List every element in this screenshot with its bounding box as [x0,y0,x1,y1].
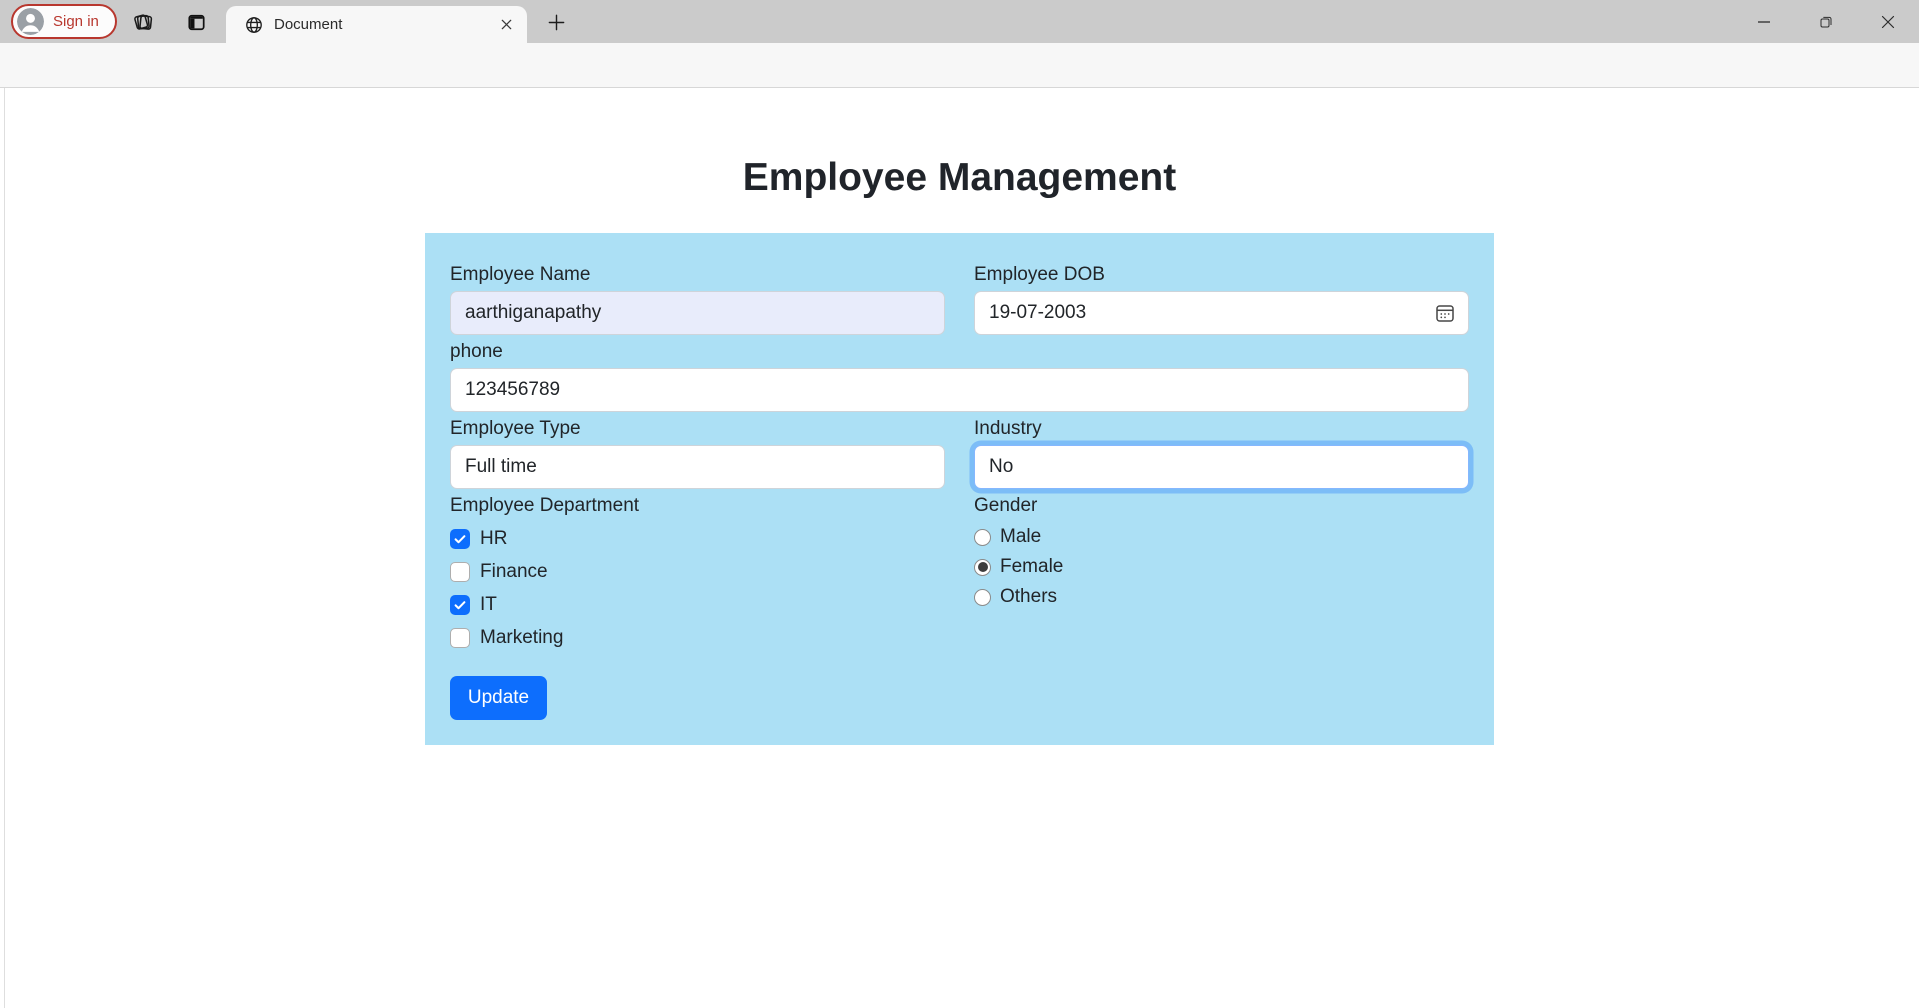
industry-field-group: Industry [974,417,1469,489]
profile-avatar-icon [17,8,44,35]
gender-group: Gender Male Female Others [974,494,1469,654]
phone-input[interactable] [450,368,1469,412]
marketing-checkbox[interactable] [450,628,470,648]
industry-input[interactable] [974,445,1469,489]
page-title: Employee Management [0,156,1919,200]
type-field-group: Employee Type [450,417,945,489]
marketing-checkbox-label: Marketing [480,627,563,649]
restore-icon[interactable] [1795,0,1857,43]
check-icon [452,597,468,613]
industry-label: Industry [974,417,1469,440]
signin-label: Sign in [53,13,99,30]
others-radio-label: Others [1000,586,1057,608]
department-option-hr: HR [450,522,945,555]
browser-navbar: 127.0.0.1:8000/employee/13/edit [0,43,1919,88]
phone-field-group: phone [450,340,1469,412]
name-input[interactable] [450,291,945,335]
finance-checkbox-label: Finance [480,561,548,583]
browser-tab[interactable]: Document [226,6,527,43]
female-radio-label: Female [1000,556,1063,578]
check-icon [452,531,468,547]
globe-favicon-icon [245,16,263,34]
close-window-icon[interactable] [1857,0,1919,43]
male-radio-label: Male [1000,526,1041,548]
new-tab-button[interactable] [543,9,569,35]
minimize-icon[interactable] [1733,0,1795,43]
dob-field-group: Employee DOB [974,263,1469,335]
window-controls [1733,0,1919,43]
employee-form-card: Employee Name Employee DOB [425,233,1494,745]
phone-label: phone [450,340,1469,363]
employee-type-label: Employee Type [450,417,945,440]
finance-checkbox[interactable] [450,562,470,582]
hr-checkbox[interactable] [450,529,470,549]
signin-button[interactable]: Sign in [11,4,117,39]
gender-label: Gender [974,494,1469,517]
department-label: Employee Department [450,494,945,517]
update-button[interactable]: Update [450,676,547,720]
tab-actions-icon[interactable] [184,10,208,34]
window-edge-line [4,88,5,1008]
dob-input[interactable] [974,291,1469,335]
calendar-icon[interactable] [1434,302,1456,329]
department-option-finance: Finance [450,555,945,588]
employee-type-input[interactable] [450,445,945,489]
dob-label: Employee DOB [974,263,1469,286]
female-radio[interactable] [974,559,991,576]
gender-option-others: Others [974,582,1469,612]
it-checkbox-label: IT [480,594,497,616]
department-group: Employee Department HR Finance [450,494,945,654]
male-radio[interactable] [974,529,991,546]
name-field-group: Employee Name [450,263,945,335]
name-label: Employee Name [450,263,945,286]
tab-title: Document [274,16,484,33]
it-checkbox[interactable] [450,595,470,615]
others-radio[interactable] [974,589,991,606]
department-option-it: IT [450,588,945,621]
gender-option-male: Male [974,522,1469,552]
page-content: Employee Management Employee Name Employ… [0,88,1919,1008]
browser-titlebar: Sign in Document [0,0,1919,43]
gender-option-female: Female [974,552,1469,582]
department-option-marketing: Marketing [450,621,945,654]
tab-close-icon[interactable] [495,14,517,36]
workspaces-icon[interactable] [131,10,155,34]
hr-checkbox-label: HR [480,528,507,550]
